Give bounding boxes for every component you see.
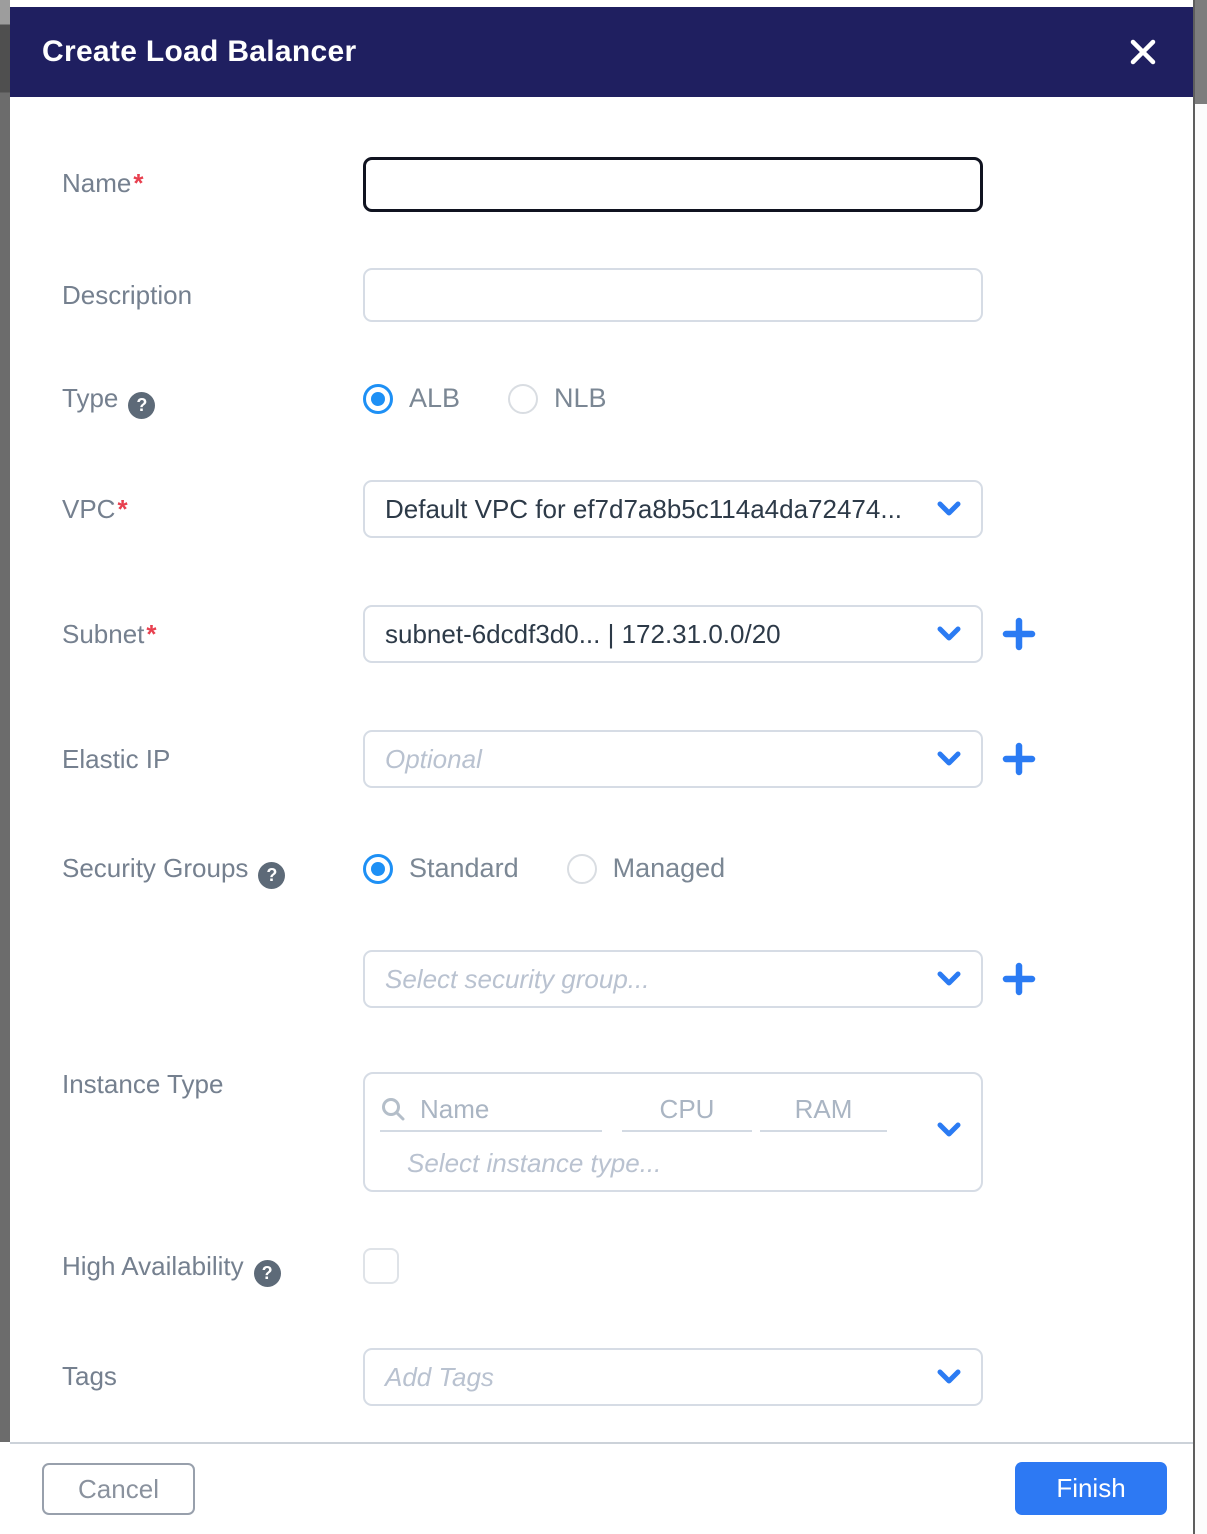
instance-type-select[interactable]: Name CPU RAM Select instance type... bbox=[363, 1072, 983, 1192]
chevron-down-icon bbox=[937, 1122, 961, 1143]
radio-nlb-label[interactable]: NLB bbox=[554, 383, 607, 414]
subnet-label: Subnet* bbox=[62, 619, 157, 650]
radio-standard-label[interactable]: Standard bbox=[409, 853, 519, 884]
create-load-balancer-modal: Create Load Balancer Name* Description T… bbox=[10, 0, 1193, 1534]
chevron-down-icon bbox=[937, 501, 961, 517]
high-availability-label: High Availability? bbox=[62, 1251, 281, 1287]
elastic-ip-select[interactable]: Optional bbox=[363, 730, 983, 788]
name-input[interactable] bbox=[363, 157, 983, 212]
security-group-placeholder: Select security group... bbox=[385, 963, 650, 994]
add-security-group-button[interactable] bbox=[998, 958, 1040, 1000]
tags-placeholder: Add Tags bbox=[385, 1361, 494, 1392]
subnet-label-text: Subnet bbox=[62, 619, 145, 649]
help-icon[interactable]: ? bbox=[253, 1260, 281, 1287]
instance-name-filter[interactable]: Name bbox=[380, 1088, 602, 1132]
modal-title: Create Load Balancer bbox=[42, 35, 357, 68]
scrollbar-track[interactable] bbox=[1193, 0, 1207, 1534]
security-groups-label-text: Security Groups bbox=[62, 853, 249, 883]
subnet-select[interactable]: subnet-6dcdf3d0... | 172.31.0.0/20 bbox=[363, 605, 983, 663]
chevron-down-icon bbox=[937, 626, 961, 642]
required-asterisk: * bbox=[146, 619, 157, 649]
screen: Create Load Balancer Name* Description T… bbox=[0, 0, 1207, 1534]
radio-alb[interactable] bbox=[363, 383, 393, 414]
subnet-select-value: subnet-6dcdf3d0... | 172.31.0.0/20 bbox=[385, 618, 781, 649]
vpc-select-value: Default VPC for ef7d7a8b5c114a4da72474..… bbox=[385, 493, 903, 524]
chevron-down-icon bbox=[937, 751, 961, 767]
cancel-button[interactable]: Cancel bbox=[42, 1463, 195, 1515]
radio-managed-label[interactable]: Managed bbox=[613, 853, 726, 884]
name-label: Name* bbox=[62, 168, 143, 199]
security-groups-radio-group: Standard Managed bbox=[363, 853, 725, 884]
finish-button[interactable]: Finish bbox=[1015, 1462, 1167, 1515]
radio-alb-label[interactable]: ALB bbox=[409, 383, 460, 414]
type-label: Type? bbox=[62, 383, 156, 419]
high-availability-checkbox[interactable] bbox=[363, 1248, 399, 1284]
instance-cpu-placeholder: CPU bbox=[659, 1093, 715, 1124]
close-icon bbox=[1127, 36, 1159, 68]
security-groups-label: Security Groups? bbox=[62, 853, 286, 889]
help-icon[interactable]: ? bbox=[128, 392, 156, 419]
instance-ram-filter[interactable]: RAM bbox=[760, 1088, 887, 1132]
high-availability-label-text: High Availability bbox=[62, 1251, 244, 1281]
radio-standard[interactable] bbox=[363, 853, 393, 884]
add-elastic-ip-button[interactable] bbox=[998, 738, 1040, 780]
tags-select[interactable]: Add Tags bbox=[363, 1348, 983, 1406]
instance-type-label: Instance Type bbox=[62, 1069, 224, 1099]
name-label-text: Name bbox=[62, 168, 132, 198]
required-asterisk: * bbox=[117, 494, 128, 524]
description-input[interactable] bbox=[363, 268, 983, 322]
plus-icon bbox=[1001, 961, 1037, 997]
close-button[interactable] bbox=[1121, 30, 1165, 74]
search-icon bbox=[380, 1096, 406, 1122]
help-icon[interactable]: ? bbox=[258, 862, 286, 889]
elastic-ip-label: Elastic IP bbox=[62, 744, 171, 774]
plus-icon bbox=[1001, 741, 1037, 777]
type-label-text: Type bbox=[62, 383, 119, 413]
add-subnet-button[interactable] bbox=[998, 613, 1040, 655]
vpc-label-text: VPC bbox=[62, 494, 116, 524]
security-group-select[interactable]: Select security group... bbox=[363, 950, 983, 1008]
radio-managed[interactable] bbox=[566, 853, 597, 884]
page-backdrop-strip bbox=[0, 0, 10, 1442]
chevron-down-icon bbox=[937, 971, 961, 987]
vpc-label: VPC* bbox=[62, 494, 128, 525]
radio-nlb[interactable] bbox=[508, 383, 539, 414]
vpc-select[interactable]: Default VPC for ef7d7a8b5c114a4da72474..… bbox=[363, 480, 983, 538]
description-label: Description bbox=[62, 280, 193, 310]
chevron-down-icon bbox=[937, 1369, 961, 1385]
instance-ram-placeholder: RAM bbox=[794, 1093, 853, 1124]
modal-header: Create Load Balancer bbox=[10, 7, 1193, 97]
modal-footer: Cancel Finish bbox=[10, 1442, 1193, 1534]
instance-type-placeholder: Select instance type... bbox=[407, 1148, 662, 1178]
instance-cpu-filter[interactable]: CPU bbox=[622, 1088, 752, 1132]
type-radio-group: ALB NLB bbox=[363, 383, 607, 414]
plus-icon bbox=[1001, 616, 1037, 652]
required-asterisk: * bbox=[133, 168, 144, 198]
scrollbar-thumb[interactable] bbox=[1195, 0, 1207, 104]
tags-label: Tags bbox=[62, 1361, 117, 1391]
instance-name-placeholder: Name bbox=[420, 1093, 490, 1124]
elastic-ip-placeholder: Optional bbox=[385, 743, 482, 774]
